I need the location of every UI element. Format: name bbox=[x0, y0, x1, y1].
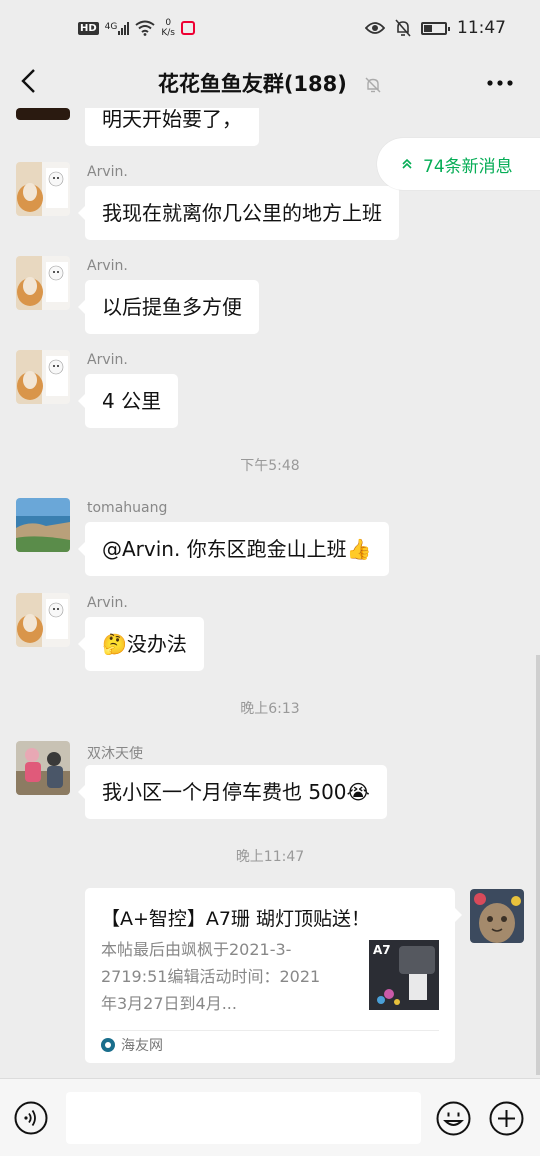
message-text: 4 公里 bbox=[102, 389, 162, 413]
network-type: 4G bbox=[104, 21, 118, 32]
wifi-icon bbox=[135, 20, 155, 36]
message-text: 我小区一个月停车费也 500😭 bbox=[102, 780, 370, 804]
card-source: 海友网 bbox=[101, 1035, 163, 1055]
message-text: 我现在就离你几公里的地方上班 bbox=[102, 201, 382, 225]
message-bubble[interactable]: @Arvin. 你东区跑金山上班👍 bbox=[78, 522, 389, 576]
avatar[interactable] bbox=[16, 256, 70, 310]
status-left: HD 4G 0 K/s bbox=[78, 18, 195, 38]
sender-name: 双沐天使 bbox=[87, 746, 143, 762]
double-chevron-up-icon bbox=[402, 158, 412, 169]
voice-icon[interactable] bbox=[14, 1101, 48, 1135]
message-text: @Arvin. 你东区跑金山上班👍 bbox=[102, 537, 372, 561]
sender-name: Arvin. bbox=[87, 164, 128, 180]
new-messages-label: 74条新消息 bbox=[423, 156, 513, 177]
timestamp: 晚上11:47 bbox=[235, 849, 305, 865]
status-bar: HD 4G 0 K/s 11:47 bbox=[0, 0, 540, 60]
timestamp: 晚上6:13 bbox=[240, 701, 300, 717]
message-text: 明天开始要了， bbox=[102, 107, 242, 131]
card-description: 本帖最后由飒枫于2021-3-2719:51编辑活动时间：2021年3月27日到… bbox=[101, 940, 321, 1013]
new-messages-button[interactable]: 74条新消息 bbox=[377, 138, 540, 190]
message-bubble[interactable]: 🤔没办法 bbox=[78, 617, 204, 671]
message-text: 以后提鱼多方便 bbox=[102, 295, 242, 319]
speed-value: 0 bbox=[165, 18, 172, 28]
chat-title: 花花鱼鱼友群(188) bbox=[0, 68, 540, 98]
sender-name: Arvin. bbox=[87, 352, 128, 368]
card-title: 【A+智控】A7珊 瑚灯顶贴送！ bbox=[101, 908, 371, 930]
network-speed: 0 K/s bbox=[161, 18, 175, 38]
emoji-icon[interactable] bbox=[436, 1101, 471, 1136]
avatar[interactable] bbox=[16, 162, 70, 216]
mute-status-icon bbox=[395, 19, 411, 37]
avatar[interactable] bbox=[16, 498, 70, 552]
app-notification-icon bbox=[181, 21, 195, 35]
sender-name: Arvin. bbox=[87, 595, 128, 611]
timestamp: 下午5:48 bbox=[240, 458, 300, 474]
message-bubble[interactable]: 以后提鱼多方便 bbox=[78, 280, 259, 334]
card-thumbnail: A7 bbox=[369, 940, 439, 1010]
eye-icon bbox=[365, 22, 385, 34]
link-card[interactable]: 【A+智控】A7珊 瑚灯顶贴送！ 本帖最后由飒枫于2021-3-2719:51编… bbox=[85, 888, 462, 1063]
card-source-name: 海友网 bbox=[121, 1038, 163, 1054]
message-text: 🤔没办法 bbox=[102, 632, 187, 656]
signal-icon: 4G bbox=[104, 21, 130, 35]
avatar[interactable] bbox=[16, 593, 70, 647]
input-bar bbox=[0, 1078, 540, 1156]
my-avatar[interactable] bbox=[470, 889, 524, 943]
hd-badge: HD bbox=[78, 21, 99, 35]
scrollbar[interactable] bbox=[536, 655, 540, 1075]
card-divider bbox=[101, 1030, 439, 1031]
source-logo-icon bbox=[101, 1038, 115, 1052]
chat-title-text: 花花鱼鱼友群(188) bbox=[157, 72, 347, 96]
mute-bell-icon bbox=[365, 77, 381, 93]
sender-name: tomahuang bbox=[87, 500, 168, 516]
avatar[interactable] bbox=[16, 350, 70, 404]
status-time: 11:47 bbox=[457, 18, 506, 38]
status-right: 11:47 bbox=[365, 18, 506, 38]
message-bubble[interactable]: 4 公里 bbox=[77, 374, 179, 428]
more-icon[interactable] bbox=[482, 70, 518, 96]
sender-name: Arvin. bbox=[87, 258, 128, 274]
chat-header: 花花鱼鱼友群(188) bbox=[0, 60, 540, 108]
message-bubble[interactable]: 我现在就离你几公里的地方上班 bbox=[78, 186, 399, 240]
avatar[interactable] bbox=[16, 741, 70, 795]
battery-icon bbox=[421, 21, 450, 35]
speed-unit: K/s bbox=[161, 28, 175, 38]
avatar[interactable] bbox=[16, 108, 70, 120]
plus-icon[interactable] bbox=[489, 1101, 524, 1136]
message-bubble[interactable]: 我小区一个月停车费也 500😭 bbox=[78, 765, 387, 819]
message-input[interactable] bbox=[66, 1092, 421, 1144]
